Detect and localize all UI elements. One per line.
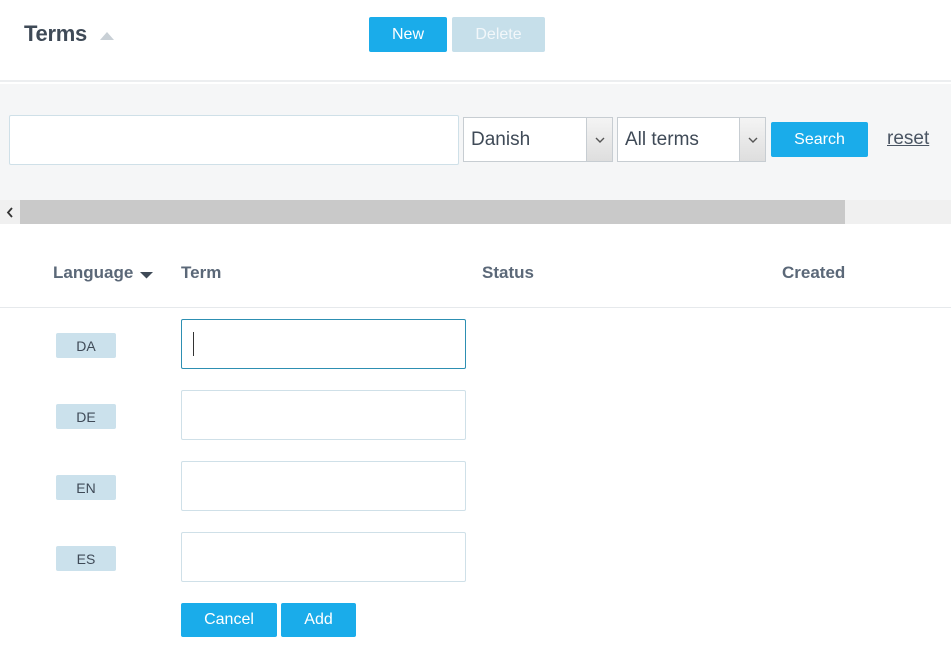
new-button[interactable]: New [369, 17, 447, 52]
page-header: Terms New Delete [0, 0, 951, 82]
term-input-en[interactable] [181, 461, 466, 511]
language-badge-es: ES [56, 546, 116, 571]
chevron-left-icon[interactable] [0, 200, 19, 224]
chevron-down-icon[interactable] [739, 118, 765, 161]
add-button[interactable]: Add [281, 603, 356, 637]
column-header-language[interactable]: Language [53, 263, 133, 283]
language-badge-da: DA [56, 333, 116, 358]
horizontal-scrollbar[interactable] [0, 200, 951, 224]
scrollbar-thumb[interactable] [20, 200, 845, 224]
column-header-created[interactable]: Created [782, 263, 845, 283]
text-caret [193, 332, 194, 356]
column-header-status[interactable]: Status [482, 263, 534, 283]
term-filter-select[interactable]: All terms [617, 117, 766, 162]
term-input-es[interactable] [181, 532, 466, 582]
search-button[interactable]: Search [771, 122, 868, 157]
cancel-button[interactable]: Cancel [181, 603, 277, 637]
term-input-de[interactable] [181, 390, 466, 440]
chevron-down-icon[interactable] [586, 118, 612, 161]
term-input-da[interactable] [181, 319, 466, 369]
column-header-term[interactable]: Term [181, 263, 221, 283]
sort-up-icon[interactable] [99, 31, 115, 41]
term-filter-select-value: All terms [625, 129, 699, 150]
language-select-value: Danish [471, 129, 531, 150]
reset-link[interactable]: reset [887, 128, 929, 150]
language-badge-en: EN [56, 475, 116, 500]
language-select[interactable]: Danish [463, 117, 613, 162]
page-title: Terms [24, 21, 87, 46]
sort-down-icon[interactable] [139, 271, 154, 279]
language-badge-de: DE [56, 404, 116, 429]
table-header-divider [0, 307, 951, 308]
search-input[interactable] [9, 115, 459, 165]
delete-button[interactable]: Delete [452, 17, 545, 52]
